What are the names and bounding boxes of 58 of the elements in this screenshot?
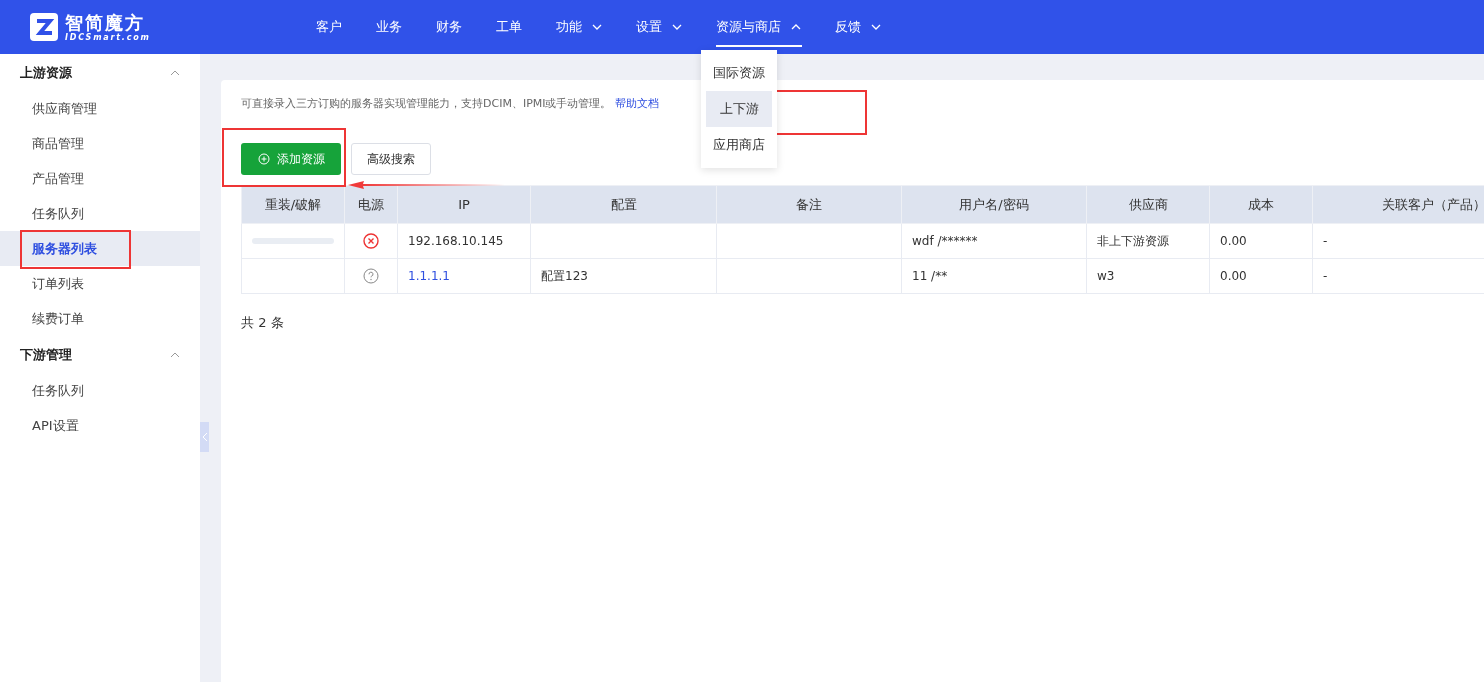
nav-item[interactable]: 反馈: [818, 0, 898, 54]
sidebar-item[interactable]: 产品管理: [0, 161, 200, 196]
total-count: 共 2 条: [241, 314, 285, 332]
sidebar-item[interactable]: 供应商管理: [0, 91, 200, 126]
advanced-search-button[interactable]: 高级搜索: [351, 143, 431, 175]
column-header: 用户名/密码: [901, 185, 1087, 224]
ip-link[interactable]: 1.1.1.1: [408, 269, 450, 283]
chevron-up-icon[interactable]: [170, 351, 180, 358]
column-header: IP: [397, 185, 531, 224]
sidebar-item[interactable]: 续费订单: [0, 301, 200, 336]
menu-item[interactable]: 国际资源: [701, 55, 777, 91]
notice-text: 可直接录入三方订购的服务器实现管理能力，支持DCIM、IPMI或手动管理。 帮助文档: [241, 96, 659, 111]
question-circle-icon: [363, 268, 379, 284]
column-header: 备注: [716, 185, 902, 224]
column-header: 重装/破解: [241, 185, 345, 224]
nav-item[interactable]: 工单: [479, 0, 539, 54]
chevron-down-icon: [871, 24, 881, 30]
sidebar-item[interactable]: API设置: [0, 408, 200, 443]
collapse-handle[interactable]: [200, 422, 209, 452]
logo-domain: IDCSmart.com: [65, 32, 151, 42]
chevron-up-icon[interactable]: [170, 69, 180, 76]
plus-circle-icon: [257, 153, 270, 165]
sidebar-item[interactable]: 订单列表: [0, 266, 200, 301]
table-cell: 0.00: [1220, 234, 1247, 248]
nav-item[interactable]: 财务: [419, 0, 479, 54]
sidebar-item[interactable]: 任务队列: [0, 196, 200, 231]
menu-item[interactable]: 上下游: [706, 91, 772, 127]
column-header: 电源: [344, 185, 398, 224]
nav-item[interactable]: 功能: [539, 0, 619, 54]
column-header: 配置: [530, 185, 717, 224]
chevron-down-icon: [592, 24, 602, 30]
ip-text: 192.168.10.145: [408, 234, 504, 248]
help-link[interactable]: 帮助文档: [615, 97, 659, 110]
nav-item[interactable]: 设置: [619, 0, 699, 54]
sidebar-item[interactable]: 商品管理: [0, 126, 200, 161]
sidebar-item[interactable]: 任务队列: [0, 373, 200, 408]
table-cell: 非上下游资源: [1097, 233, 1169, 248]
column-header: 关联客户（产品）: [1312, 185, 1484, 224]
table-cell: 配置123: [541, 268, 588, 283]
table-cell: w3: [1097, 269, 1115, 283]
sidebar-group-title[interactable]: 下游管理: [20, 345, 72, 364]
logo-name: 智简魔方: [65, 12, 146, 33]
table-cell: 11 /**: [912, 269, 948, 283]
menu-item[interactable]: 应用商店: [701, 127, 777, 163]
sidebar-item[interactable]: 服务器列表: [0, 231, 200, 266]
table-cell: -: [1323, 269, 1328, 283]
sidebar-group-title[interactable]: 上游资源: [20, 63, 72, 82]
logo-icon: [29, 12, 59, 42]
table-cell: 0.00: [1220, 269, 1247, 283]
nav-item[interactable]: 客户: [299, 0, 359, 54]
close-circle-icon: [363, 233, 379, 249]
nav-item[interactable]: 业务: [359, 0, 419, 54]
table-cell: wdf /******: [912, 234, 978, 248]
chevron-up-icon: [791, 24, 801, 30]
column-header: 供应商: [1086, 185, 1210, 224]
column-header: 成本: [1209, 185, 1313, 224]
chevron-down-icon: [672, 24, 682, 30]
table-cell: -: [1323, 234, 1328, 248]
